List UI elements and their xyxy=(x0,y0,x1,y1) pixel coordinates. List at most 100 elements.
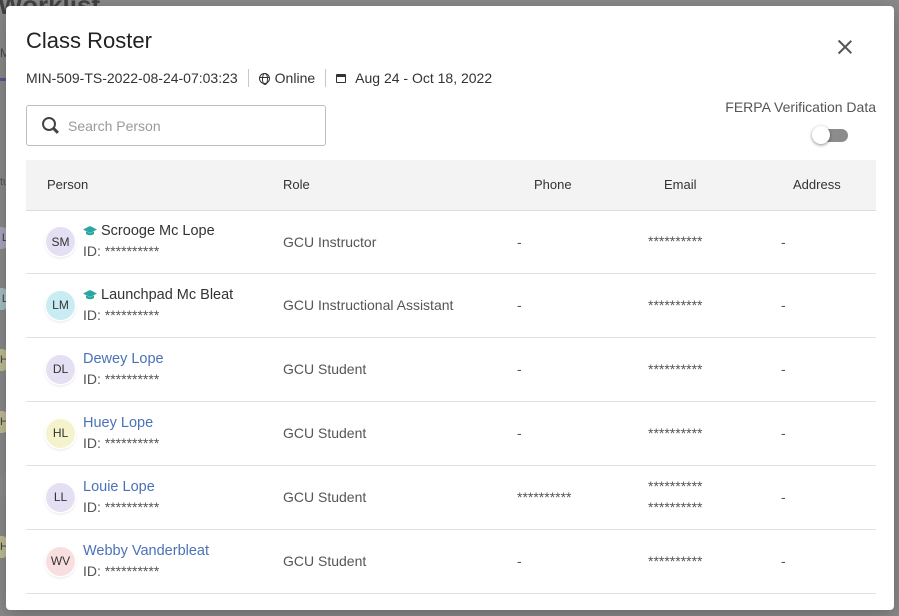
table-row: SM Scrooge Mc Lope ID: ********** GCU Instr… xyxy=(26,210,876,274)
person-name-text: Webby Vanderbleat xyxy=(83,542,210,559)
person-name-text: Dewey Lope xyxy=(83,350,164,367)
avatar-initials: HL xyxy=(52,426,69,440)
person-text: Dewey Lope ID: ********** xyxy=(83,350,164,389)
person-name[interactable]: Louie Lope xyxy=(83,478,159,497)
table-row: DL Dewey Lope ID: ********** GCU Student - **… xyxy=(26,337,876,402)
role-cell: GCU Instructor xyxy=(267,210,513,274)
ferpa-verification-toggle[interactable] xyxy=(812,126,850,144)
avatar: LM xyxy=(46,290,75,320)
course-meta: MIN-509-TS-2022-08-24-07:03:23 Online Au… xyxy=(26,68,492,88)
person-text: Webby Vanderbleat ID: ********** xyxy=(83,542,209,581)
calendar-icon xyxy=(336,73,347,83)
column-header-role[interactable]: Role xyxy=(267,160,513,211)
search-person-input[interactable] xyxy=(68,117,308,134)
person-info: LM Launchpad Mc Bleat ID: ********** xyxy=(26,286,267,325)
meta-divider xyxy=(247,69,249,87)
search-person-box[interactable] xyxy=(26,105,326,146)
person-name[interactable]: Dewey Lope xyxy=(83,350,164,369)
table-row: HL Huey Lope ID: ********** GCU Student - ***… xyxy=(26,401,876,466)
person-name-text: Launchpad Mc Bleat xyxy=(101,286,234,303)
person-info: LL Louie Lope ID: ********** xyxy=(26,478,267,517)
person-cell: LM Launchpad Mc Bleat ID: ********** xyxy=(26,273,267,338)
phone-cell: - xyxy=(513,337,643,402)
phone-cell: - xyxy=(513,273,643,338)
email-cell: ********** xyxy=(643,337,772,402)
roster-table-header: Person Role Phone Email Address xyxy=(26,160,876,211)
person-cell: HL Huey Lope ID: ********** xyxy=(26,401,267,466)
person-cell: SM Scrooge Mc Lope ID: ********** xyxy=(26,210,267,274)
meta-divider xyxy=(325,69,327,87)
avatar: WV xyxy=(46,546,75,576)
avatar-initials: LM xyxy=(52,298,69,312)
person-cell: DL Dewey Lope ID: ********** xyxy=(26,337,267,402)
phone-cell: - xyxy=(513,210,643,274)
mortarboard-icon xyxy=(83,226,97,237)
email-cell: ********** ********** xyxy=(643,465,772,530)
person-info: HL Huey Lope ID: ********** xyxy=(26,414,267,453)
address-cell: - xyxy=(772,210,876,274)
search-icon xyxy=(42,116,60,135)
phone-cell: - xyxy=(513,529,643,594)
email-value: ********** xyxy=(648,360,703,377)
email-value: ********** xyxy=(648,478,703,494)
class-roster-modal: Class Roster MIN-509-TS-2022-08-24-07:03… xyxy=(6,6,894,610)
person-name: Scrooge Mc Lope xyxy=(83,222,215,241)
avatar: DL xyxy=(46,354,75,384)
column-header-person[interactable]: Person xyxy=(26,160,267,211)
avatar: LL xyxy=(46,482,75,512)
person-text: Louie Lope ID: ********** xyxy=(83,478,159,517)
person-text: Launchpad Mc Bleat ID: ********** xyxy=(83,286,233,325)
ferpa-verification-label: FERPA Verification Data xyxy=(725,99,876,115)
person-name-text: Huey Lope xyxy=(83,414,154,431)
toggle-knob xyxy=(812,126,830,144)
email-value: ********** xyxy=(648,499,703,515)
person-name-text: Scrooge Mc Lope xyxy=(101,223,215,239)
address-cell: - xyxy=(772,337,876,402)
table-row: LM Launchpad Mc Bleat ID: ********** GCU In… xyxy=(26,273,876,338)
person-id: ID: ********** xyxy=(83,306,160,323)
person-name-text: Louie Lope xyxy=(83,478,155,495)
avatar-initials: WV xyxy=(50,554,71,568)
table-row: LL Louie Lope ID: ********** GCU Student ***… xyxy=(26,465,876,530)
person-name: Launchpad Mc Bleat xyxy=(83,286,233,305)
email-value: ********** xyxy=(648,552,703,569)
email-value: ********** xyxy=(648,424,703,441)
person-info: SM Scrooge Mc Lope ID: ********** xyxy=(26,222,267,261)
person-id: ID: ********** xyxy=(83,243,160,259)
role-cell: GCU Instructional Assistant xyxy=(267,273,513,338)
column-header-email[interactable]: Email xyxy=(643,160,772,211)
close-icon[interactable] xyxy=(836,38,854,56)
address-cell: - xyxy=(772,273,876,338)
globe-icon xyxy=(258,72,270,85)
email-cell: ********** xyxy=(643,401,772,466)
avatar-initials: LL xyxy=(53,490,68,504)
role-cell: GCU Student xyxy=(267,465,513,530)
person-id: ID: ********** xyxy=(83,434,160,451)
phone-cell: - xyxy=(513,401,643,466)
person-id: ID: ********** xyxy=(83,370,160,387)
roster-table-body: SM Scrooge Mc Lope ID: ********** GCU Instr… xyxy=(26,210,876,594)
person-info: DL Dewey Lope ID: ********** xyxy=(26,350,267,389)
email-value: ********** xyxy=(648,296,703,313)
role-cell: GCU Student xyxy=(267,529,513,594)
person-text: Scrooge Mc Lope ID: ********** xyxy=(83,222,215,261)
phone-cell: ********** xyxy=(513,465,643,530)
roster-table: Person Role Phone Email Address SM Scroog… xyxy=(26,160,876,594)
person-name[interactable]: Huey Lope xyxy=(83,414,159,433)
role-cell: GCU Student xyxy=(267,337,513,402)
avatar-initials: DL xyxy=(52,362,69,376)
column-header-phone[interactable]: Phone xyxy=(513,160,643,211)
person-id: ID: ********** xyxy=(83,562,160,579)
role-cell: GCU Student xyxy=(267,401,513,466)
person-name[interactable]: Webby Vanderbleat xyxy=(83,542,209,561)
person-id: ID: ********** xyxy=(83,498,160,515)
email-cell: ********** xyxy=(643,210,772,274)
person-cell: LL Louie Lope ID: ********** xyxy=(26,465,267,530)
email-cell: ********** xyxy=(643,273,772,338)
mortarboard-icon xyxy=(83,289,97,301)
address-cell: - xyxy=(772,465,876,530)
person-text: Huey Lope ID: ********** xyxy=(83,414,159,453)
course-date-range: Aug 24 - Oct 18, 2022 xyxy=(355,70,493,86)
table-row: WV Webby Vanderbleat ID: ********** GCU Stu… xyxy=(26,529,876,594)
column-header-address[interactable]: Address xyxy=(772,160,876,211)
